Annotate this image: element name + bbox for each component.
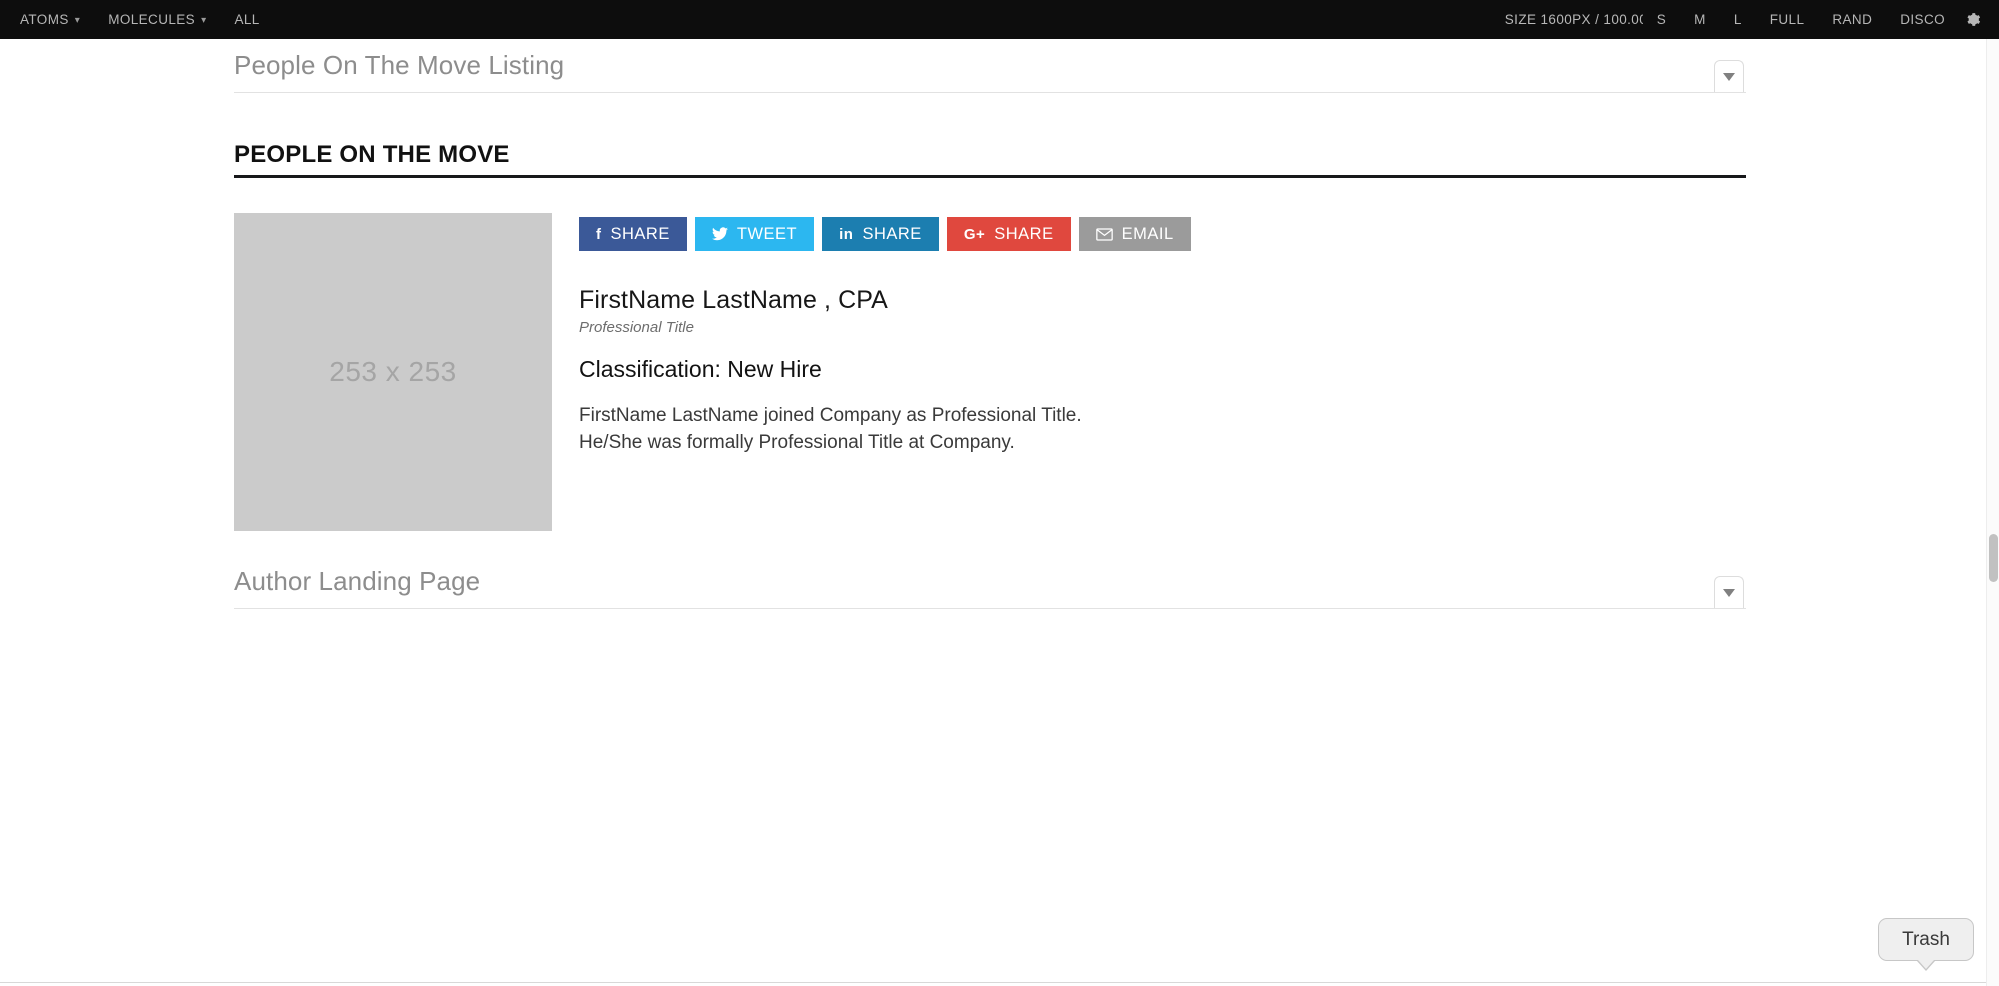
person-bio: FirstName LastName joined Company as Pro… [579, 403, 1279, 457]
trash-tooltip-label: Trash [1902, 928, 1950, 950]
module-author-landing-page: Author Landing Page ORG STAFF image Firs… [0, 555, 1986, 613]
module-people-on-the-move: People On The Move Listing PEOPLE ON THE… [0, 39, 1986, 531]
module-title-author-landing-page: Author Landing Page [234, 566, 481, 596]
linkedin-share-label: SHARE [862, 224, 922, 243]
envelope-icon [1095, 227, 1113, 241]
viewport-size-readout: SIZE 1600PX / 100.00EM [1504, 12, 1643, 27]
toolbar-item-atoms-label: ATOMS [20, 12, 69, 27]
size-preset-l[interactable]: L [1720, 0, 1756, 39]
toolbar-item-molecules-label: MOLECULES [108, 12, 196, 27]
person-image-placeholder-label: 253 x 253 [329, 356, 457, 387]
facebook-share-label: SHARE [610, 224, 670, 243]
facebook-share-button[interactable]: f SHARE [579, 217, 687, 251]
bottom-edge-divider [0, 982, 1986, 986]
module-divider [234, 92, 1746, 93]
top-toolbar: ATOMS MOLECULES ALL SIZE 1600PX / 100.00… [0, 0, 1999, 39]
linkedin-icon: in [839, 225, 854, 243]
toolbar-left-group: ATOMS MOLECULES ALL [0, 0, 274, 39]
facebook-icon: f [596, 225, 602, 243]
module-header-author-landing-page: Author Landing Page [0, 555, 1986, 613]
toolbar-item-atoms[interactable]: ATOMS [6, 0, 94, 39]
twitter-share-label: TWEET [736, 224, 798, 243]
gear-icon[interactable] [1959, 0, 1989, 39]
googleplus-share-label: SHARE [994, 224, 1054, 243]
size-preset-rand[interactable]: RAND [1818, 0, 1886, 39]
googleplus-share-button[interactable]: G+ SHARE [946, 217, 1071, 251]
person-role: Professional Title [579, 319, 694, 336]
size-preset-disco[interactable]: DISCO [1886, 0, 1959, 39]
person-classification: Classification: New Hire [579, 356, 822, 382]
module-header-people-on-the-move: People On The Move Listing [0, 39, 1986, 97]
social-share-bar: f SHARE TWEET in SHARE G+ SHARE EMAIL [579, 217, 1746, 251]
person-image-placeholder: 253 x 253 [234, 213, 552, 531]
person-name: FirstName LastName , CPA [579, 286, 888, 314]
module-toggle-author-landing-page[interactable] [1714, 576, 1744, 608]
people-on-the-move-details: f SHARE TWEET in SHARE G+ SHARE EMAIL Fi… [552, 213, 1746, 457]
googleplus-icon: G+ [963, 225, 986, 243]
section-heading-people-on-the-move: PEOPLE ON THE MOVE [234, 141, 1746, 178]
trash-tooltip[interactable]: Trash [1878, 918, 1974, 971]
size-preset-s[interactable]: S [1643, 0, 1680, 39]
module-title-people-on-the-move: People On The Move Listing [234, 50, 565, 80]
chevron-down-icon [1723, 588, 1735, 597]
toolbar-item-all-label: ALL [234, 12, 260, 27]
chevron-down-icon [1723, 72, 1735, 81]
linkedin-share-button[interactable]: in SHARE [822, 217, 939, 251]
people-on-the-move-content: 253 x 253 f SHARE TWEET in SHARE G+ SHAR… [234, 213, 1746, 531]
person-bio-line-2: He/She was formally Professional Title a… [579, 431, 1015, 453]
page-canvas: People On The Move Listing PEOPLE ON THE… [0, 39, 1986, 986]
page-scrollbar[interactable] [1986, 39, 1999, 986]
toolbar-item-molecules[interactable]: MOLECULES [94, 0, 220, 39]
email-share-button[interactable]: EMAIL [1078, 217, 1191, 251]
email-share-label: EMAIL [1121, 224, 1174, 243]
twitter-icon [711, 227, 728, 241]
size-preset-m[interactable]: M [1680, 0, 1720, 39]
module-divider [234, 608, 1746, 609]
module-toggle-people-on-the-move[interactable] [1714, 60, 1744, 92]
toolbar-item-all[interactable]: ALL [220, 0, 273, 39]
person-bio-line-1: FirstName LastName joined Company as Pro… [579, 405, 1082, 426]
scrollbar-thumb[interactable] [1989, 534, 1998, 582]
twitter-share-button[interactable]: TWEET [694, 217, 815, 251]
size-preset-full[interactable]: FULL [1756, 0, 1819, 39]
toolbar-right-group: SIZE 1600PX / 100.00EM S M L FULL RAND D… [1493, 0, 1999, 39]
